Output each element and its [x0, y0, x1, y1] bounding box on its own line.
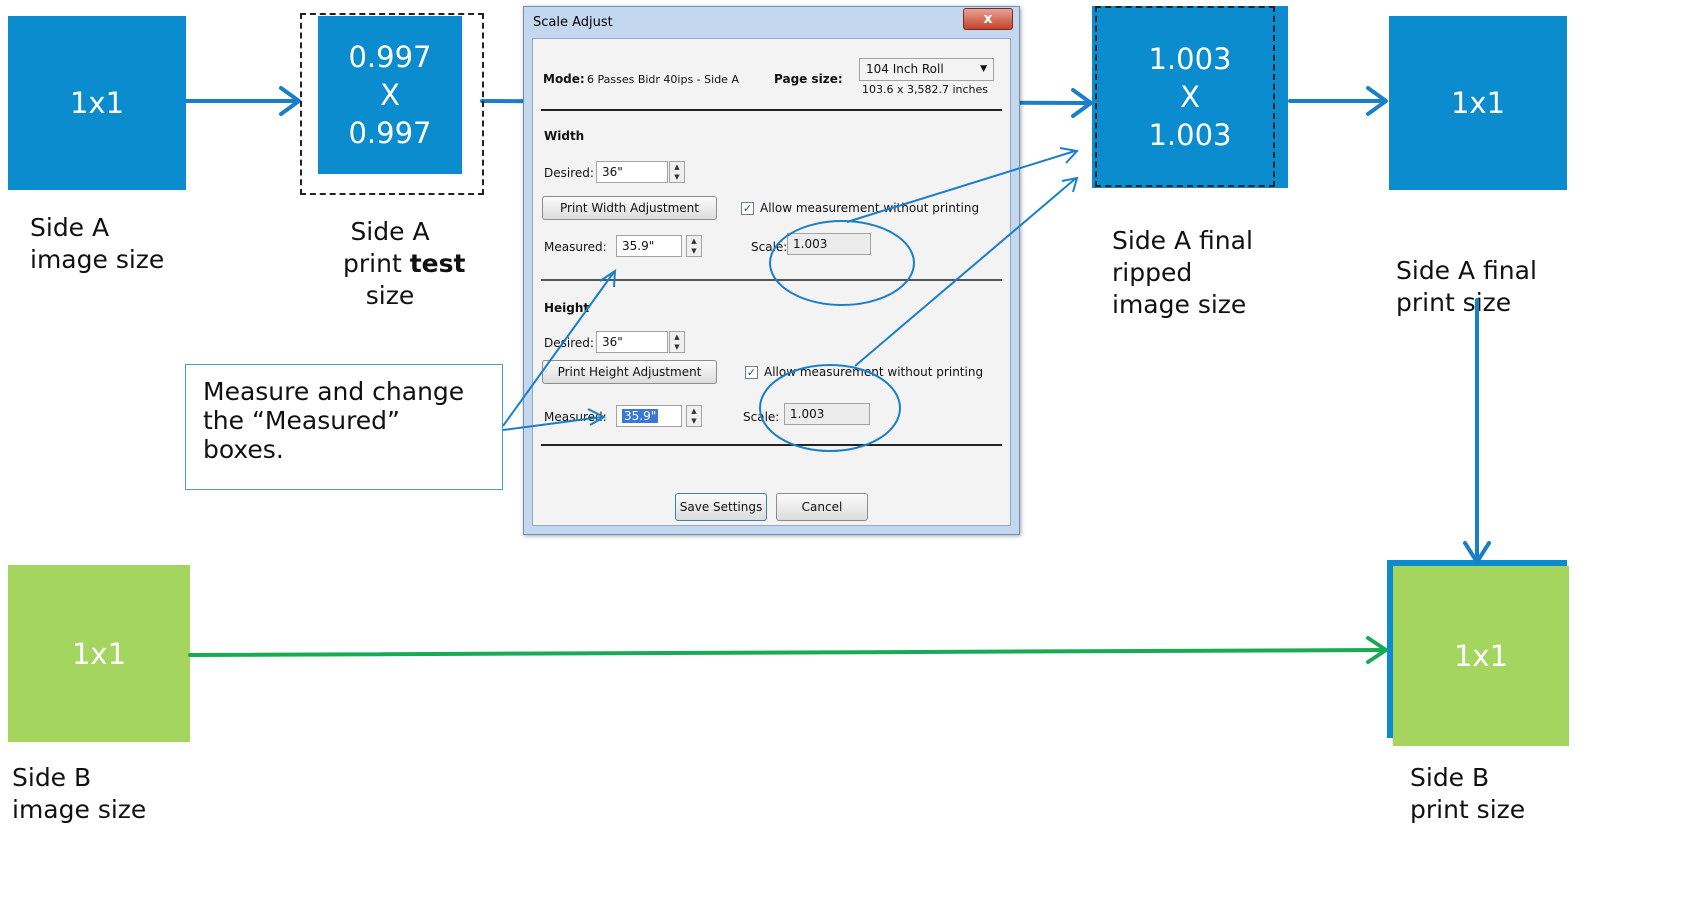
ripped-dashed-outline	[1095, 6, 1275, 187]
caption-line: size	[365, 281, 415, 310]
caption-print-test: Side A print test size	[343, 216, 465, 312]
print-height-adjustment-button[interactable]: Print Height Adjustment	[542, 360, 717, 384]
side-a-image-box: 1x1	[8, 16, 186, 190]
width-measured-field[interactable]: 35.9"	[616, 235, 682, 257]
scale-adjust-dialog: Scale Adjust x Mode: 6 Passes Bidr 40ips…	[523, 6, 1020, 535]
caption-text: print	[343, 249, 410, 278]
side-a-image-value: 1x1	[69, 86, 125, 120]
caption-line: print size	[1396, 288, 1512, 317]
caption-line: print test	[343, 248, 465, 280]
side-b-print-value: 1x1	[1453, 639, 1509, 673]
callout-line: Measure and change	[203, 377, 465, 406]
print-width-adjustment-button[interactable]: Print Width Adjustment	[542, 196, 717, 220]
width-measured-spinner[interactable]: ▲ ▼	[686, 235, 702, 257]
close-icon: x	[983, 11, 993, 27]
page-size-dimensions: 103.6 x 3,582.7 inches	[862, 83, 989, 96]
caption-line: image size	[1112, 290, 1247, 319]
width-measured-value: 35.9"	[622, 239, 655, 253]
side-b-print-box: 1x1	[1393, 566, 1569, 746]
height-allow-checkbox[interactable]: ✓	[745, 366, 758, 379]
caption-ripped: Side A final ripped image size	[1112, 225, 1253, 321]
caption-side-b-print: Side B print size	[1410, 762, 1525, 826]
height-scale-label: Scale:	[743, 410, 780, 424]
callout-line: boxes.	[203, 435, 284, 464]
page-size-label: Page size:	[774, 72, 843, 86]
dialog-body: Mode: 6 Passes Bidr 40ips - Side A Page …	[532, 38, 1011, 526]
mode-label: Mode:	[543, 72, 585, 86]
height-measured-value: 35.9"	[622, 409, 659, 423]
width-scale-label: Scale:	[751, 240, 788, 254]
caption-bold-word: test	[409, 249, 466, 278]
width-measured-label: Measured:	[544, 240, 607, 254]
caption-final-print: Side A final print size	[1396, 255, 1537, 319]
width-scale-value: 1.003	[793, 237, 828, 251]
height-measured-field[interactable]: 35.9"	[616, 405, 682, 427]
caption-side-b-image: Side B image size	[12, 762, 146, 826]
callout-line: the “Measured”	[203, 406, 400, 435]
width-allow-checkbox[interactable]: ✓	[741, 202, 754, 215]
width-allow-label: Allow measurement without printing	[760, 201, 980, 215]
close-button[interactable]: x	[963, 8, 1013, 30]
side-a-final-print-value: 1x1	[1450, 86, 1506, 120]
width-desired-value: 36"	[602, 165, 623, 179]
caption-line: Side B	[12, 763, 92, 792]
height-scale-field: 1.003	[784, 403, 870, 425]
divider	[541, 444, 1002, 446]
divider	[541, 109, 1002, 111]
height-desired-label: Desired:	[544, 336, 594, 350]
caption-line: print size	[1410, 795, 1526, 824]
mode-value: 6 Passes Bidr 40ips - Side A	[587, 73, 739, 86]
chevron-down-icon: ▼	[980, 64, 987, 74]
caption-line: Side A	[30, 213, 110, 242]
dialog-title: Scale Adjust	[533, 15, 613, 30]
width-desired-spinner[interactable]: ▲ ▼	[669, 161, 685, 183]
caption-line: image size	[12, 795, 147, 824]
height-section-title: Height	[544, 301, 590, 315]
width-desired-label: Desired:	[544, 166, 594, 180]
instruction-callout: Measure and change the “Measured” boxes.	[185, 364, 503, 490]
save-settings-button[interactable]: Save Settings	[675, 493, 767, 521]
width-scale-field: 1.003	[787, 233, 871, 255]
width-desired-field[interactable]: 36"	[596, 161, 668, 183]
cancel-button[interactable]: Cancel	[776, 493, 868, 521]
caption-line: Side A	[350, 217, 430, 246]
height-desired-field[interactable]: 36"	[596, 331, 668, 353]
side-a-final-print-box: 1x1	[1389, 16, 1567, 190]
caption-line: Side B	[1410, 763, 1490, 792]
height-allow-label: Allow measurement without printing	[764, 365, 984, 379]
page-size-value: 104 Inch Roll	[866, 62, 944, 76]
height-measured-label: Measured:	[544, 410, 607, 424]
divider	[541, 279, 1002, 281]
side-b-image-box: 1x1	[8, 565, 190, 742]
test-dashed-outline	[300, 13, 484, 195]
caption-line: Side A final	[1396, 256, 1537, 285]
height-desired-spinner[interactable]: ▲ ▼	[669, 331, 685, 353]
caption-line: image size	[30, 245, 165, 274]
caption-line: ripped	[1112, 258, 1193, 287]
arrow-side-b-green	[188, 648, 1387, 657]
caption-line: Side A final	[1112, 226, 1253, 255]
caption-side-a-image: Side A image size	[30, 212, 164, 276]
width-section-title: Width	[544, 129, 585, 143]
height-scale-value: 1.003	[790, 407, 825, 421]
height-desired-value: 36"	[602, 335, 623, 349]
side-b-image-value: 1x1	[71, 636, 127, 671]
page-size-select[interactable]: 104 Inch Roll ▼	[859, 58, 994, 81]
height-measured-spinner[interactable]: ▲ ▼	[686, 405, 702, 427]
